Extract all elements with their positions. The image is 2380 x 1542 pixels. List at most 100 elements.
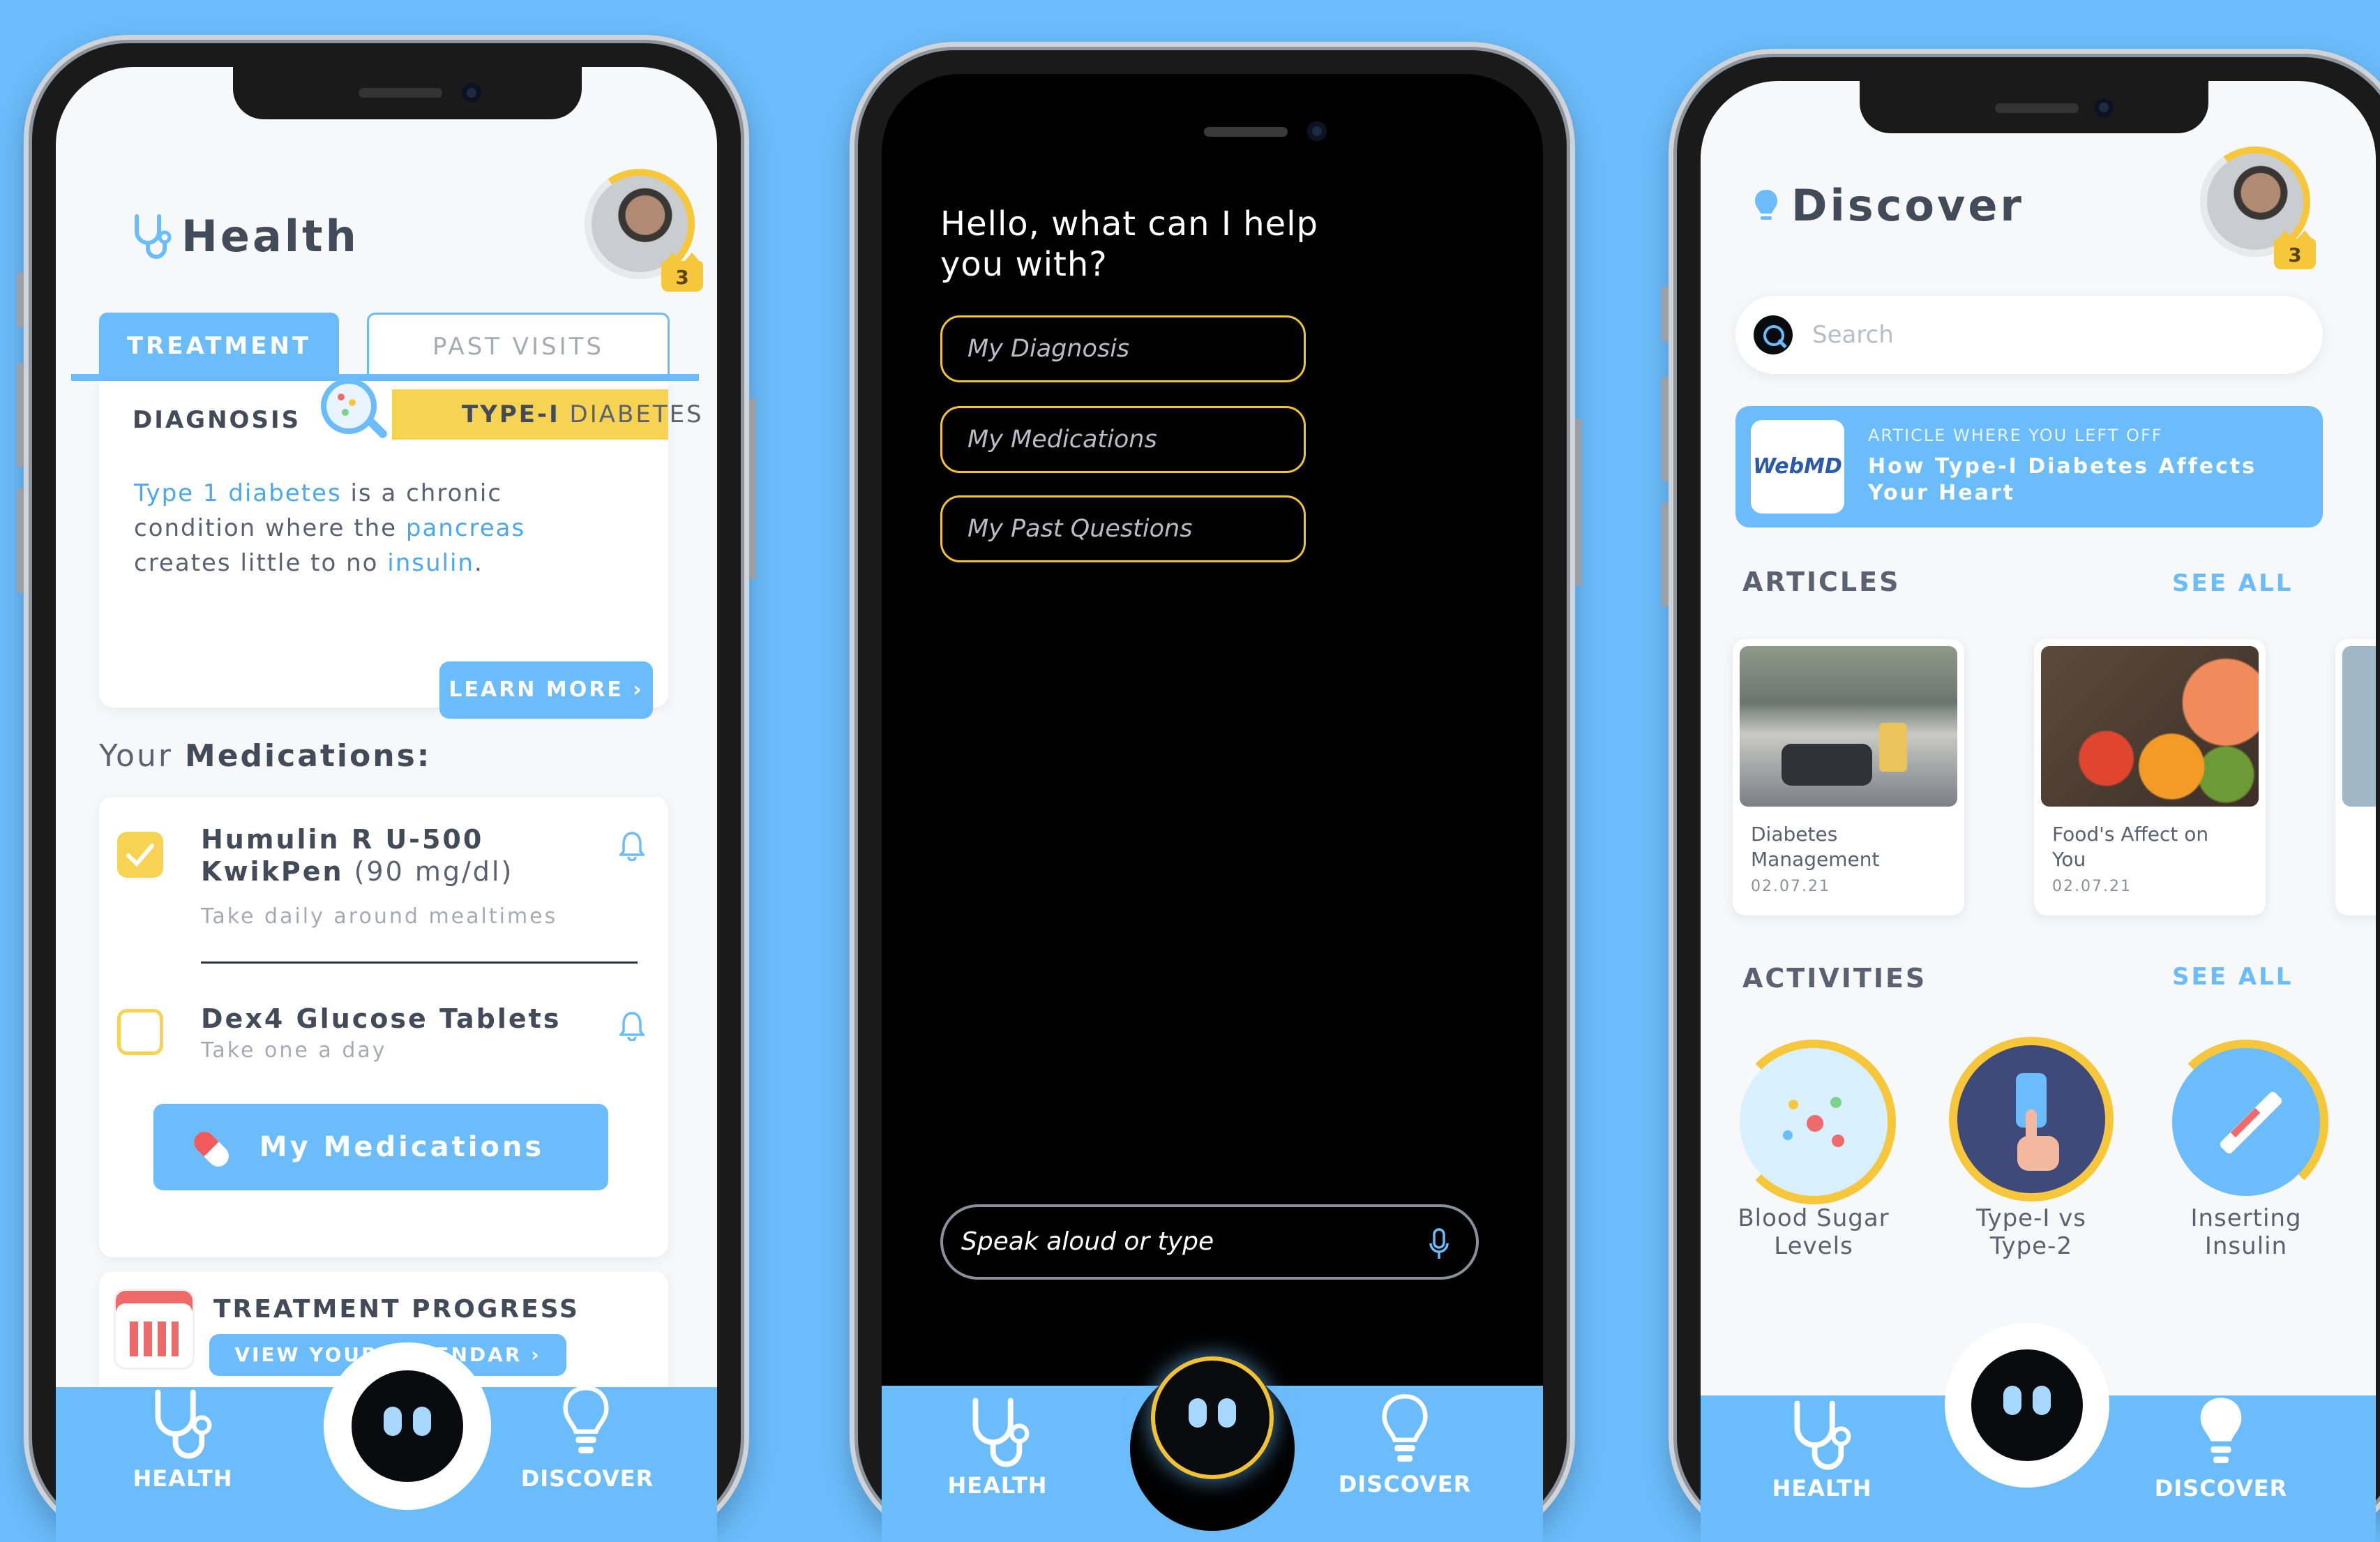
diagnosis-description: Type 1 diabetes is a chronic condition w… — [134, 476, 650, 581]
pill-icon — [187, 1125, 236, 1174]
article-date: 02.07.21 — [2052, 878, 2132, 895]
greeting-line: you with? — [940, 245, 1108, 284]
activities-see-all-link[interactable]: SEE ALL — [2172, 963, 2293, 991]
activities-title: ACTIVITIES — [1742, 963, 1927, 994]
phone-discover: Discover 3 Search WebMD ARTICLE WHERE YO… — [1662, 49, 2380, 1542]
desc-text: is a chronic — [341, 479, 503, 507]
stethoscope-icon[interactable] — [144, 1386, 220, 1465]
article-card[interactable]: Food's Affect on You 02.07.21 — [2034, 639, 2266, 915]
link-pancreas[interactable]: pancreas — [406, 514, 525, 542]
camera — [1307, 121, 1327, 141]
assistant-bot-icon[interactable] — [352, 1370, 463, 1482]
chip-my-past-questions[interactable]: My Past Questions — [940, 495, 1306, 562]
stethoscope-icon — [131, 212, 173, 261]
med-name-line: KwikPen — [201, 856, 344, 887]
med-name-1: Humulin R U-500 KwikPen (90 mg/dl) — [201, 823, 513, 888]
activity-blood-sugar[interactable] — [1740, 1048, 1888, 1196]
bell-icon[interactable] — [618, 830, 646, 864]
resume-title-line: Your Heart — [1868, 481, 2016, 505]
lightbulb-icon[interactable] — [2193, 1393, 2249, 1472]
article-card[interactable]: Diabetes Management 02.07.21 — [1733, 639, 1964, 915]
microphone-icon[interactable] — [1429, 1228, 1449, 1263]
tab-underline — [71, 374, 699, 381]
assistant-bot-icon[interactable] — [1155, 1361, 1270, 1475]
article-thumbnail — [2342, 646, 2376, 807]
discover-screen: Discover 3 Search WebMD ARTICLE WHERE YO… — [1701, 81, 2376, 1542]
article-card-partial[interactable] — [2335, 639, 2376, 915]
medications-card: Humulin R U-500 KwikPen (90 mg/dl) Take … — [99, 797, 668, 1257]
search-icon — [1754, 315, 1793, 354]
phone-health: Health 3 TREATMENT PAST VISITS DIAGNOSIS… — [17, 35, 756, 1542]
diagnosis-value: DIABETES — [569, 401, 704, 428]
notch — [233, 67, 582, 119]
progress-title: TREATMENT PROGRESS — [213, 1295, 580, 1324]
notch — [1860, 81, 2208, 133]
resume-title: How Type-I Diabetes Affects Your Heart — [1868, 454, 2257, 507]
articles-see-all-link[interactable]: SEE ALL — [2172, 569, 2293, 597]
med-dose: (90 mg/dl) — [343, 856, 514, 887]
calendar-icon — [116, 1291, 193, 1368]
search-input[interactable]: Search — [1735, 296, 2323, 374]
activity-label-line: Type-I vs — [1975, 1204, 2087, 1232]
assistant-greeting: Hello, what can I help you with? — [940, 204, 1318, 285]
resume-article-banner[interactable]: WebMD ARTICLE WHERE YOU LEFT OFF How Typ… — [1735, 406, 2323, 527]
article-thumbnail — [1740, 646, 1957, 807]
medications-title: Medications: — [184, 738, 432, 774]
articles-title: ARTICLES — [1742, 567, 1901, 597]
tab-past-visits[interactable]: PAST VISITS — [367, 313, 670, 379]
search-placeholder: Search — [1812, 321, 1894, 349]
diagnosis-card: DIAGNOSIS TYPE-I DIABETES Type 1 diabete… — [99, 378, 702, 719]
assistant-bot-icon[interactable] — [1971, 1349, 2083, 1461]
stethoscope-icon[interactable] — [1783, 1397, 1860, 1476]
resume-kicker: ARTICLE WHERE YOU LEFT OFF — [1868, 426, 2163, 445]
activity-label: Blood Sugar Levels — [1716, 1204, 1911, 1260]
divider — [201, 961, 638, 964]
nav-health-label[interactable]: HEALTH — [113, 1465, 253, 1492]
page-title: Discover — [1791, 180, 2025, 231]
activity-label-line: Blood Sugar — [1738, 1204, 1890, 1232]
chip-my-diagnosis[interactable]: My Diagnosis — [940, 315, 1306, 382]
nav-discover-label[interactable]: DISCOVER — [1335, 1471, 1475, 1497]
nav-health-label[interactable]: HEALTH — [928, 1472, 1067, 1499]
med-name-line: Humulin R U-500 — [201, 824, 484, 855]
medications-prefix: Your — [99, 738, 185, 774]
lightbulb-icon — [1751, 187, 1782, 232]
activity-type1-vs-type2[interactable] — [1957, 1045, 2105, 1193]
resume-title-line: How Type-I Diabetes Affects — [1868, 454, 2257, 479]
nav-health-label[interactable]: HEALTH — [1752, 1475, 1892, 1502]
medications-heading: Your Medications: — [99, 738, 431, 774]
med-checkbox-2[interactable] — [117, 1009, 163, 1055]
nav-discover-label[interactable]: DISCOVER — [2151, 1475, 2291, 1502]
activity-label-line: Inserting — [2190, 1204, 2302, 1232]
nav-discover-label[interactable]: DISCOVER — [518, 1465, 657, 1492]
lightbulb-icon[interactable] — [558, 1383, 614, 1462]
webmd-logo: WebMD — [1751, 420, 1844, 514]
level-badge: 3 — [661, 253, 703, 292]
assistant-input-placeholder: Speak aloud or type — [961, 1227, 1214, 1256]
lightbulb-icon[interactable] — [1377, 1391, 1433, 1471]
med-checkbox-1[interactable] — [117, 832, 163, 878]
chip-my-medications[interactable]: My Medications — [940, 406, 1306, 473]
stethoscope-icon[interactable] — [961, 1394, 1038, 1474]
greeting-line: Hello, what can I help — [940, 204, 1319, 244]
tab-treatment[interactable]: TREATMENT — [99, 313, 339, 380]
camera — [462, 83, 481, 103]
activity-label: Type-I vs Type-2 — [1934, 1204, 2129, 1260]
learn-more-button[interactable]: LEARN MORE › — [439, 661, 653, 719]
page-title: Health — [181, 211, 359, 262]
assistant-input[interactable]: Speak aloud or type — [940, 1204, 1479, 1280]
activity-label-line: Levels — [1774, 1232, 1853, 1260]
health-screen: Health 3 TREATMENT PAST VISITS DIAGNOSIS… — [56, 67, 717, 1542]
article-thumbnail — [2041, 646, 2259, 807]
assistant-screen: Hello, what can I help you with? My Diag… — [882, 74, 1543, 1542]
activity-label: Inserting Insulin — [2148, 1204, 2344, 1260]
desc-text: creates little to no — [134, 549, 388, 577]
magnifier-icon — [321, 378, 389, 440]
level-badge: 3 — [2274, 230, 2316, 269]
desc-text: . — [474, 549, 483, 577]
med-instruction-2: Take one a day — [201, 1038, 387, 1063]
link-type1-diabetes[interactable]: Type 1 diabetes — [134, 479, 342, 507]
activity-inserting-insulin[interactable] — [2172, 1048, 2320, 1196]
bell-icon[interactable] — [618, 1010, 646, 1044]
link-insulin[interactable]: insulin — [387, 549, 474, 577]
